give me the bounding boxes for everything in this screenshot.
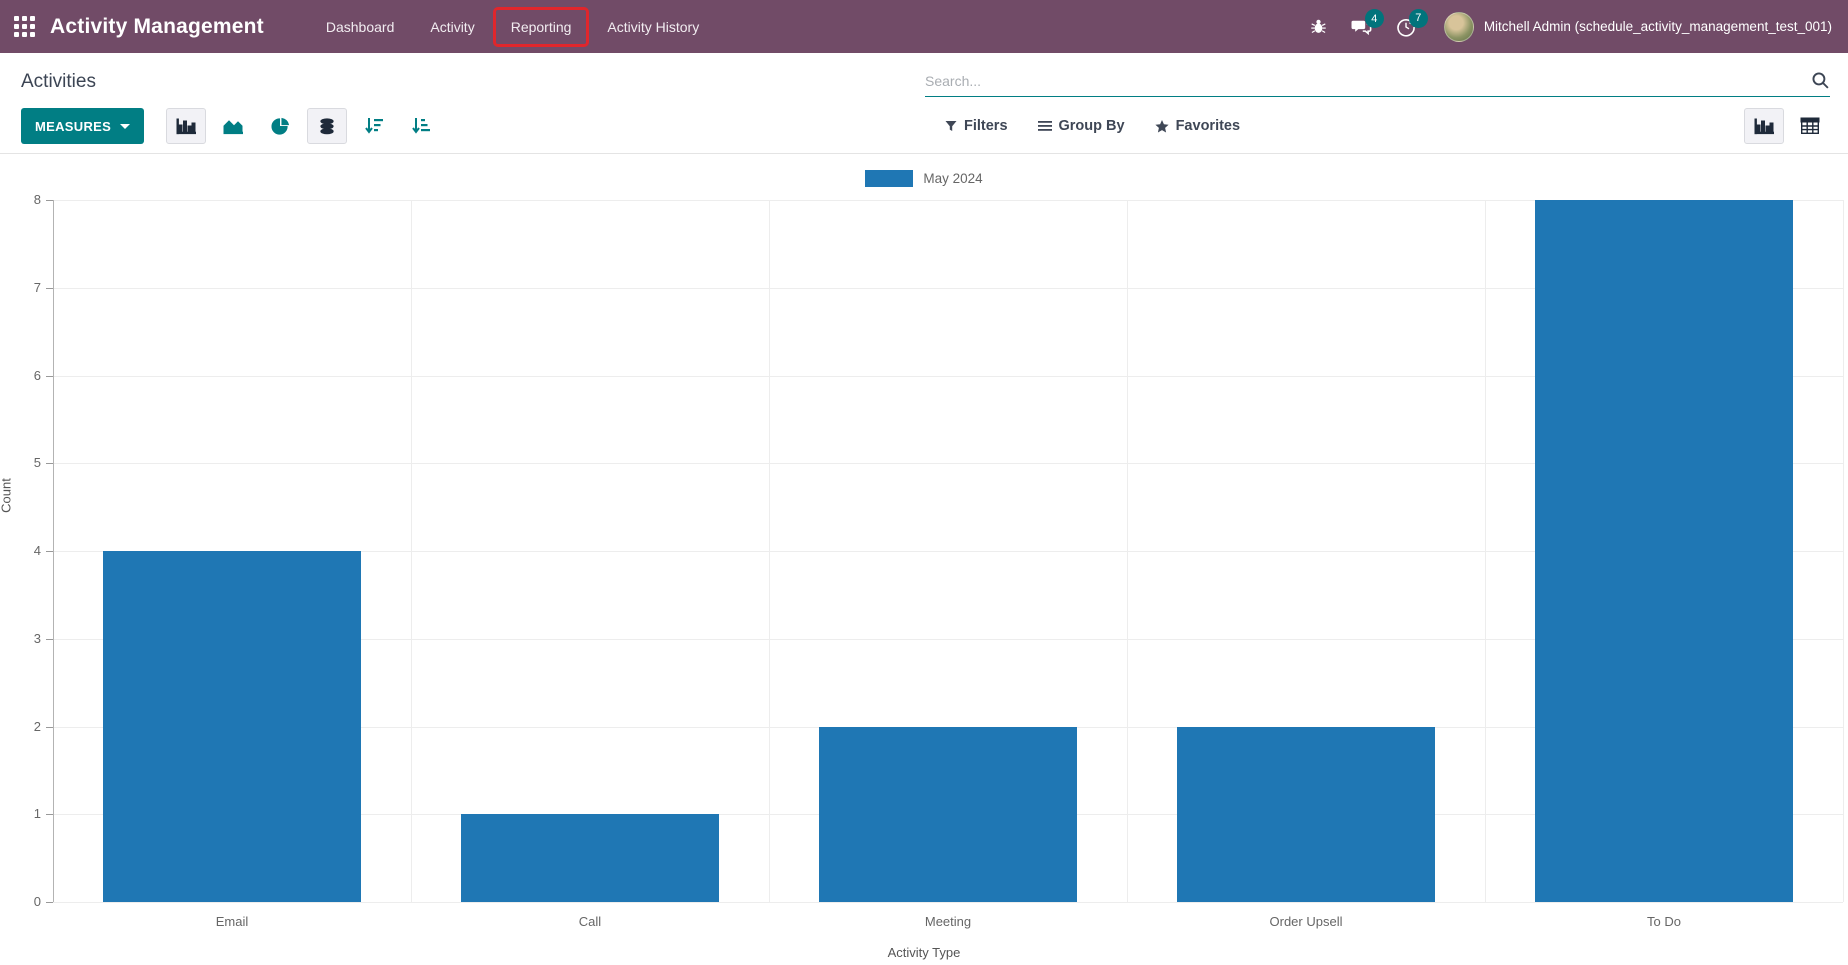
user-avatar[interactable] [1444, 12, 1474, 42]
nav-right-cluster: 4 7 Mitchell Admin (schedule_activity_ma… [1298, 12, 1832, 42]
view-switcher [1744, 108, 1830, 144]
x-category-label: To Do [1485, 914, 1843, 929]
search-box [925, 65, 1830, 97]
y-tick-mark [46, 727, 53, 728]
messages-badge: 4 [1365, 9, 1384, 28]
y-tick-label: 6 [11, 368, 41, 383]
group-by-icon [1038, 120, 1052, 132]
x-gridline [411, 200, 412, 902]
nav-item-activity[interactable]: Activity [415, 10, 489, 44]
chart-type-buttons [166, 108, 441, 144]
graph-view-button[interactable] [1744, 108, 1784, 144]
nav-item-activity-history[interactable]: Activity History [592, 10, 714, 44]
bar-to-do[interactable] [1535, 200, 1793, 902]
pie-chart-button[interactable] [260, 108, 300, 144]
x-axis-title: Activity Type [0, 945, 1848, 960]
x-category-label: Order Upsell [1127, 914, 1485, 929]
activities-badge: 7 [1409, 9, 1428, 28]
group-by-button[interactable]: Group By [1038, 118, 1125, 134]
measures-button[interactable]: MEASURES [21, 108, 144, 144]
search-input[interactable] [925, 73, 1811, 89]
user-name[interactable]: Mitchell Admin (schedule_activity_manage… [1484, 19, 1832, 34]
bar-order-upsell[interactable] [1177, 727, 1435, 903]
sort-ascending-button[interactable] [401, 108, 441, 144]
y-tick-mark [46, 288, 53, 289]
app-title: Activity Management [50, 15, 264, 39]
y-tick-label: 0 [11, 894, 41, 909]
bar-chart-button[interactable] [166, 108, 206, 144]
y-gridline [53, 902, 1843, 903]
x-gridline [1843, 200, 1844, 902]
bar-email[interactable] [103, 551, 361, 902]
star-icon [1155, 120, 1169, 133]
sort-descending-button[interactable] [354, 108, 394, 144]
stacked-database-button[interactable] [307, 108, 347, 144]
chart-toolbar: MEASURES [21, 108, 441, 144]
top-navbar: Activity Management Dashboard Activity R… [0, 0, 1848, 53]
x-category-label: Email [53, 914, 411, 929]
y-tick-label: 2 [11, 719, 41, 734]
messages-icon[interactable]: 4 [1351, 17, 1372, 36]
apps-grid-icon[interactable] [14, 16, 36, 38]
nav-menu: Dashboard Activity Reporting Activity Hi… [308, 0, 717, 53]
favorites-button[interactable]: Favorites [1155, 118, 1240, 134]
bar-meeting[interactable] [819, 727, 1077, 903]
nav-item-reporting[interactable]: Reporting [496, 10, 587, 44]
x-gridline [1127, 200, 1128, 902]
y-tick-label: 4 [11, 543, 41, 558]
search-facets: Filters Group By Favorites [945, 108, 1240, 144]
y-axis-line [53, 200, 54, 902]
y-tick-mark [46, 639, 53, 640]
y-axis-title: Count [0, 466, 14, 526]
area-chart-button[interactable] [213, 108, 253, 144]
debug-bug-icon[interactable] [1310, 18, 1327, 35]
filter-funnel-icon [945, 120, 957, 132]
y-tick-label: 5 [11, 455, 41, 470]
caret-down-icon [120, 124, 130, 129]
x-gridline [1485, 200, 1486, 902]
control-panel: Activities MEASURES [0, 53, 1848, 154]
bar-call[interactable] [461, 814, 719, 902]
y-tick-label: 1 [11, 806, 41, 821]
search-icon[interactable] [1811, 71, 1830, 90]
x-category-label: Call [411, 914, 769, 929]
y-tick-mark [46, 376, 53, 377]
activities-clock-icon[interactable]: 7 [1396, 17, 1416, 37]
y-tick-mark [46, 200, 53, 201]
filters-button[interactable]: Filters [945, 118, 1008, 134]
y-tick-label: 3 [11, 631, 41, 646]
y-tick-mark [46, 902, 53, 903]
page-title: Activities [21, 71, 96, 93]
x-gridline [769, 200, 770, 902]
y-tick-mark [46, 463, 53, 464]
x-category-label: Meeting [769, 914, 1127, 929]
pivot-view-button[interactable] [1790, 108, 1830, 144]
nav-item-dashboard[interactable]: Dashboard [311, 10, 410, 44]
y-tick-mark [46, 814, 53, 815]
y-tick-mark [46, 551, 53, 552]
y-tick-label: 8 [11, 192, 41, 207]
y-tick-label: 7 [11, 280, 41, 295]
bar-chart: 0 1 2 3 4 5 6 7 8 EmailCallMeetingOrder UpsellTo … [0, 155, 1848, 965]
